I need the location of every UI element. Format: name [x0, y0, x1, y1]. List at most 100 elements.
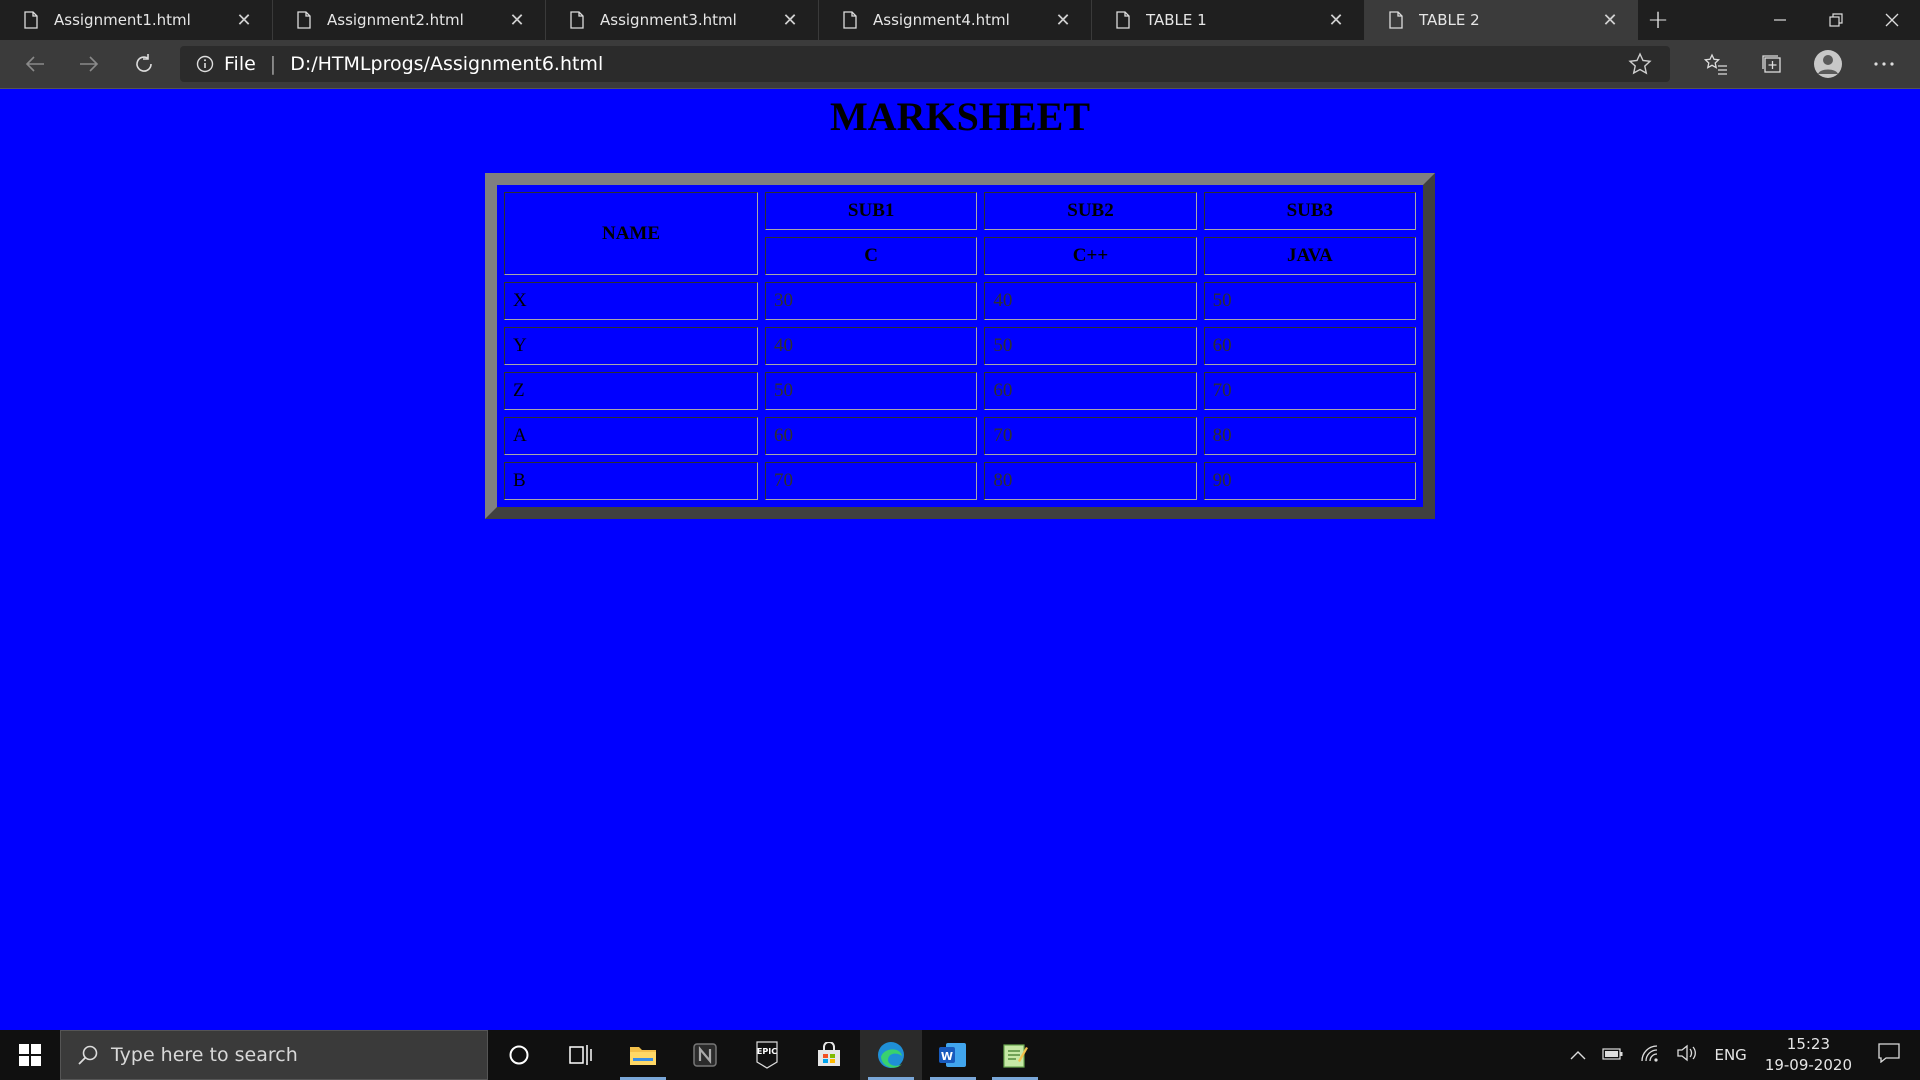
tab-strip: Assignment1.html ✕ Assignment2.html ✕ As… — [0, 0, 1920, 40]
epic-games-taskbar-button[interactable]: EPIC — [736, 1030, 798, 1080]
favorites-button[interactable] — [1700, 48, 1732, 80]
profile-button[interactable] — [1812, 48, 1844, 80]
show-hidden-icons-button[interactable] — [1570, 1046, 1586, 1064]
notepad-taskbar-button[interactable] — [984, 1030, 1046, 1080]
refresh-button[interactable] — [128, 48, 160, 80]
forward-button[interactable] — [73, 48, 105, 80]
back-button[interactable] — [19, 48, 51, 80]
more-dots-icon — [1874, 62, 1894, 66]
close-tab-icon[interactable]: ✕ — [224, 10, 264, 31]
close-tab-icon[interactable]: ✕ — [497, 10, 537, 31]
subject-name-header: C — [765, 237, 978, 275]
refresh-icon — [136, 54, 152, 72]
close-icon — [1885, 13, 1899, 27]
restore-icon — [1829, 13, 1843, 27]
info-icon[interactable] — [196, 55, 214, 73]
restore-button[interactable] — [1808, 0, 1864, 40]
file-explorer-icon — [630, 1047, 656, 1065]
word-taskbar-button[interactable]: W — [922, 1030, 984, 1080]
collections-button[interactable] — [1756, 48, 1788, 80]
url-text[interactable]: D:/HTMLprogs/Assignment6.html — [290, 53, 603, 75]
close-tab-icon[interactable]: ✕ — [1043, 10, 1083, 31]
favorite-star-icon[interactable] — [1628, 52, 1652, 76]
cortana-icon — [509, 1045, 529, 1065]
browser-tab[interactable]: Assignment4.html ✕ — [819, 0, 1092, 40]
browser-tab[interactable]: Assignment2.html ✕ — [273, 0, 546, 40]
table-row: B 70 80 90 — [504, 462, 1416, 500]
mark-cell: 90 — [1203, 462, 1416, 500]
clock-date: 19-09-2020 — [1764, 1056, 1852, 1074]
subject-code-header: SUB2 — [984, 192, 1197, 230]
mark-cell: 60 — [1203, 327, 1416, 365]
start-button[interactable] — [0, 1030, 60, 1080]
mark-cell: 50 — [1203, 282, 1416, 320]
document-icon — [1116, 11, 1130, 29]
input-language[interactable]: ENG — [1714, 1046, 1746, 1064]
subject-name-header: JAVA — [1203, 237, 1416, 275]
mark-cell: 70 — [1203, 372, 1416, 410]
battery-icon — [1602, 1048, 1623, 1060]
settings-menu-button[interactable] — [1868, 48, 1900, 80]
subject-code-header: SUB3 — [1203, 192, 1416, 230]
close-tab-icon[interactable]: ✕ — [1316, 10, 1356, 31]
window-controls — [1752, 0, 1920, 40]
table-row: Y 40 50 60 — [504, 327, 1416, 365]
network-indicator[interactable] — [1640, 1044, 1660, 1066]
battery-indicator[interactable] — [1602, 1046, 1624, 1064]
browser-toolbar: File | D:/HTMLprogs/Assignment6.html — [0, 40, 1920, 89]
tab-label: TABLE 2 — [1419, 11, 1480, 29]
system-tray: ENG 15:23 19-09-2020 — [1562, 1030, 1920, 1080]
tab-label: Assignment4.html — [873, 11, 1010, 29]
document-icon — [570, 11, 584, 29]
close-tab-icon[interactable]: ✕ — [770, 10, 810, 31]
mark-cell: 40 — [765, 327, 978, 365]
store-taskbar-button[interactable] — [798, 1030, 860, 1080]
svg-text:EPIC: EPIC — [757, 1047, 777, 1056]
tab-label: Assignment2.html — [327, 11, 464, 29]
epic-games-icon: EPIC — [756, 1041, 778, 1069]
student-name-cell: B — [504, 462, 758, 500]
document-icon — [24, 11, 38, 29]
close-tab-icon[interactable]: ✕ — [1590, 10, 1630, 31]
mark-cell: 30 — [765, 282, 978, 320]
volume-indicator[interactable] — [1676, 1044, 1698, 1066]
minimize-button[interactable] — [1752, 0, 1808, 40]
windows-taskbar: Type here to search EPIC W ENG 15:23 19-… — [0, 1030, 1920, 1080]
browser-tab[interactable]: TABLE 1 ✕ — [1092, 0, 1365, 40]
task-view-button[interactable] — [550, 1030, 612, 1080]
mark-cell: 50 — [984, 327, 1197, 365]
document-icon — [843, 11, 857, 29]
notification-icon — [1878, 1043, 1900, 1064]
tab-label: TABLE 1 — [1146, 11, 1207, 29]
browser-tab[interactable]: Assignment1.html ✕ — [0, 0, 273, 40]
minimize-icon — [1774, 19, 1786, 21]
table-row: X 30 40 50 — [504, 282, 1416, 320]
forward-arrow-icon — [80, 56, 99, 72]
back-arrow-icon — [25, 56, 44, 72]
profile-avatar-icon — [1814, 50, 1842, 78]
taskbar-search-box[interactable]: Type here to search — [60, 1030, 488, 1080]
address-separator: | — [269, 53, 277, 75]
mark-cell: 70 — [765, 462, 978, 500]
tab-label: Assignment1.html — [54, 11, 191, 29]
mark-cell: 40 — [984, 282, 1197, 320]
file-explorer-taskbar-button[interactable] — [612, 1030, 674, 1080]
mark-cell: 80 — [984, 462, 1197, 500]
new-tab-button[interactable]: + — [1638, 0, 1678, 40]
page-title: MARKSHEET — [829, 94, 1091, 139]
edge-taskbar-button[interactable] — [860, 1030, 922, 1080]
cortana-button[interactable] — [488, 1030, 550, 1080]
wifi-icon — [1641, 1045, 1659, 1062]
browser-tab-active[interactable]: TABLE 2 ✕ — [1365, 0, 1638, 40]
action-center-button[interactable] — [1878, 1043, 1900, 1067]
notepad-icon — [1003, 1044, 1028, 1068]
table-row: A 60 70 80 — [504, 417, 1416, 455]
store-icon — [818, 1042, 840, 1066]
address-bar[interactable]: File | D:/HTMLprogs/Assignment6.html — [180, 46, 1670, 82]
notion-taskbar-button[interactable] — [674, 1030, 736, 1080]
close-window-button[interactable] — [1864, 0, 1920, 40]
clock[interactable]: 15:23 19-09-2020 — [1765, 1034, 1852, 1076]
search-icon — [78, 1045, 98, 1065]
svg-text:W: W — [941, 1050, 953, 1063]
browser-tab[interactable]: Assignment3.html ✕ — [546, 0, 819, 40]
